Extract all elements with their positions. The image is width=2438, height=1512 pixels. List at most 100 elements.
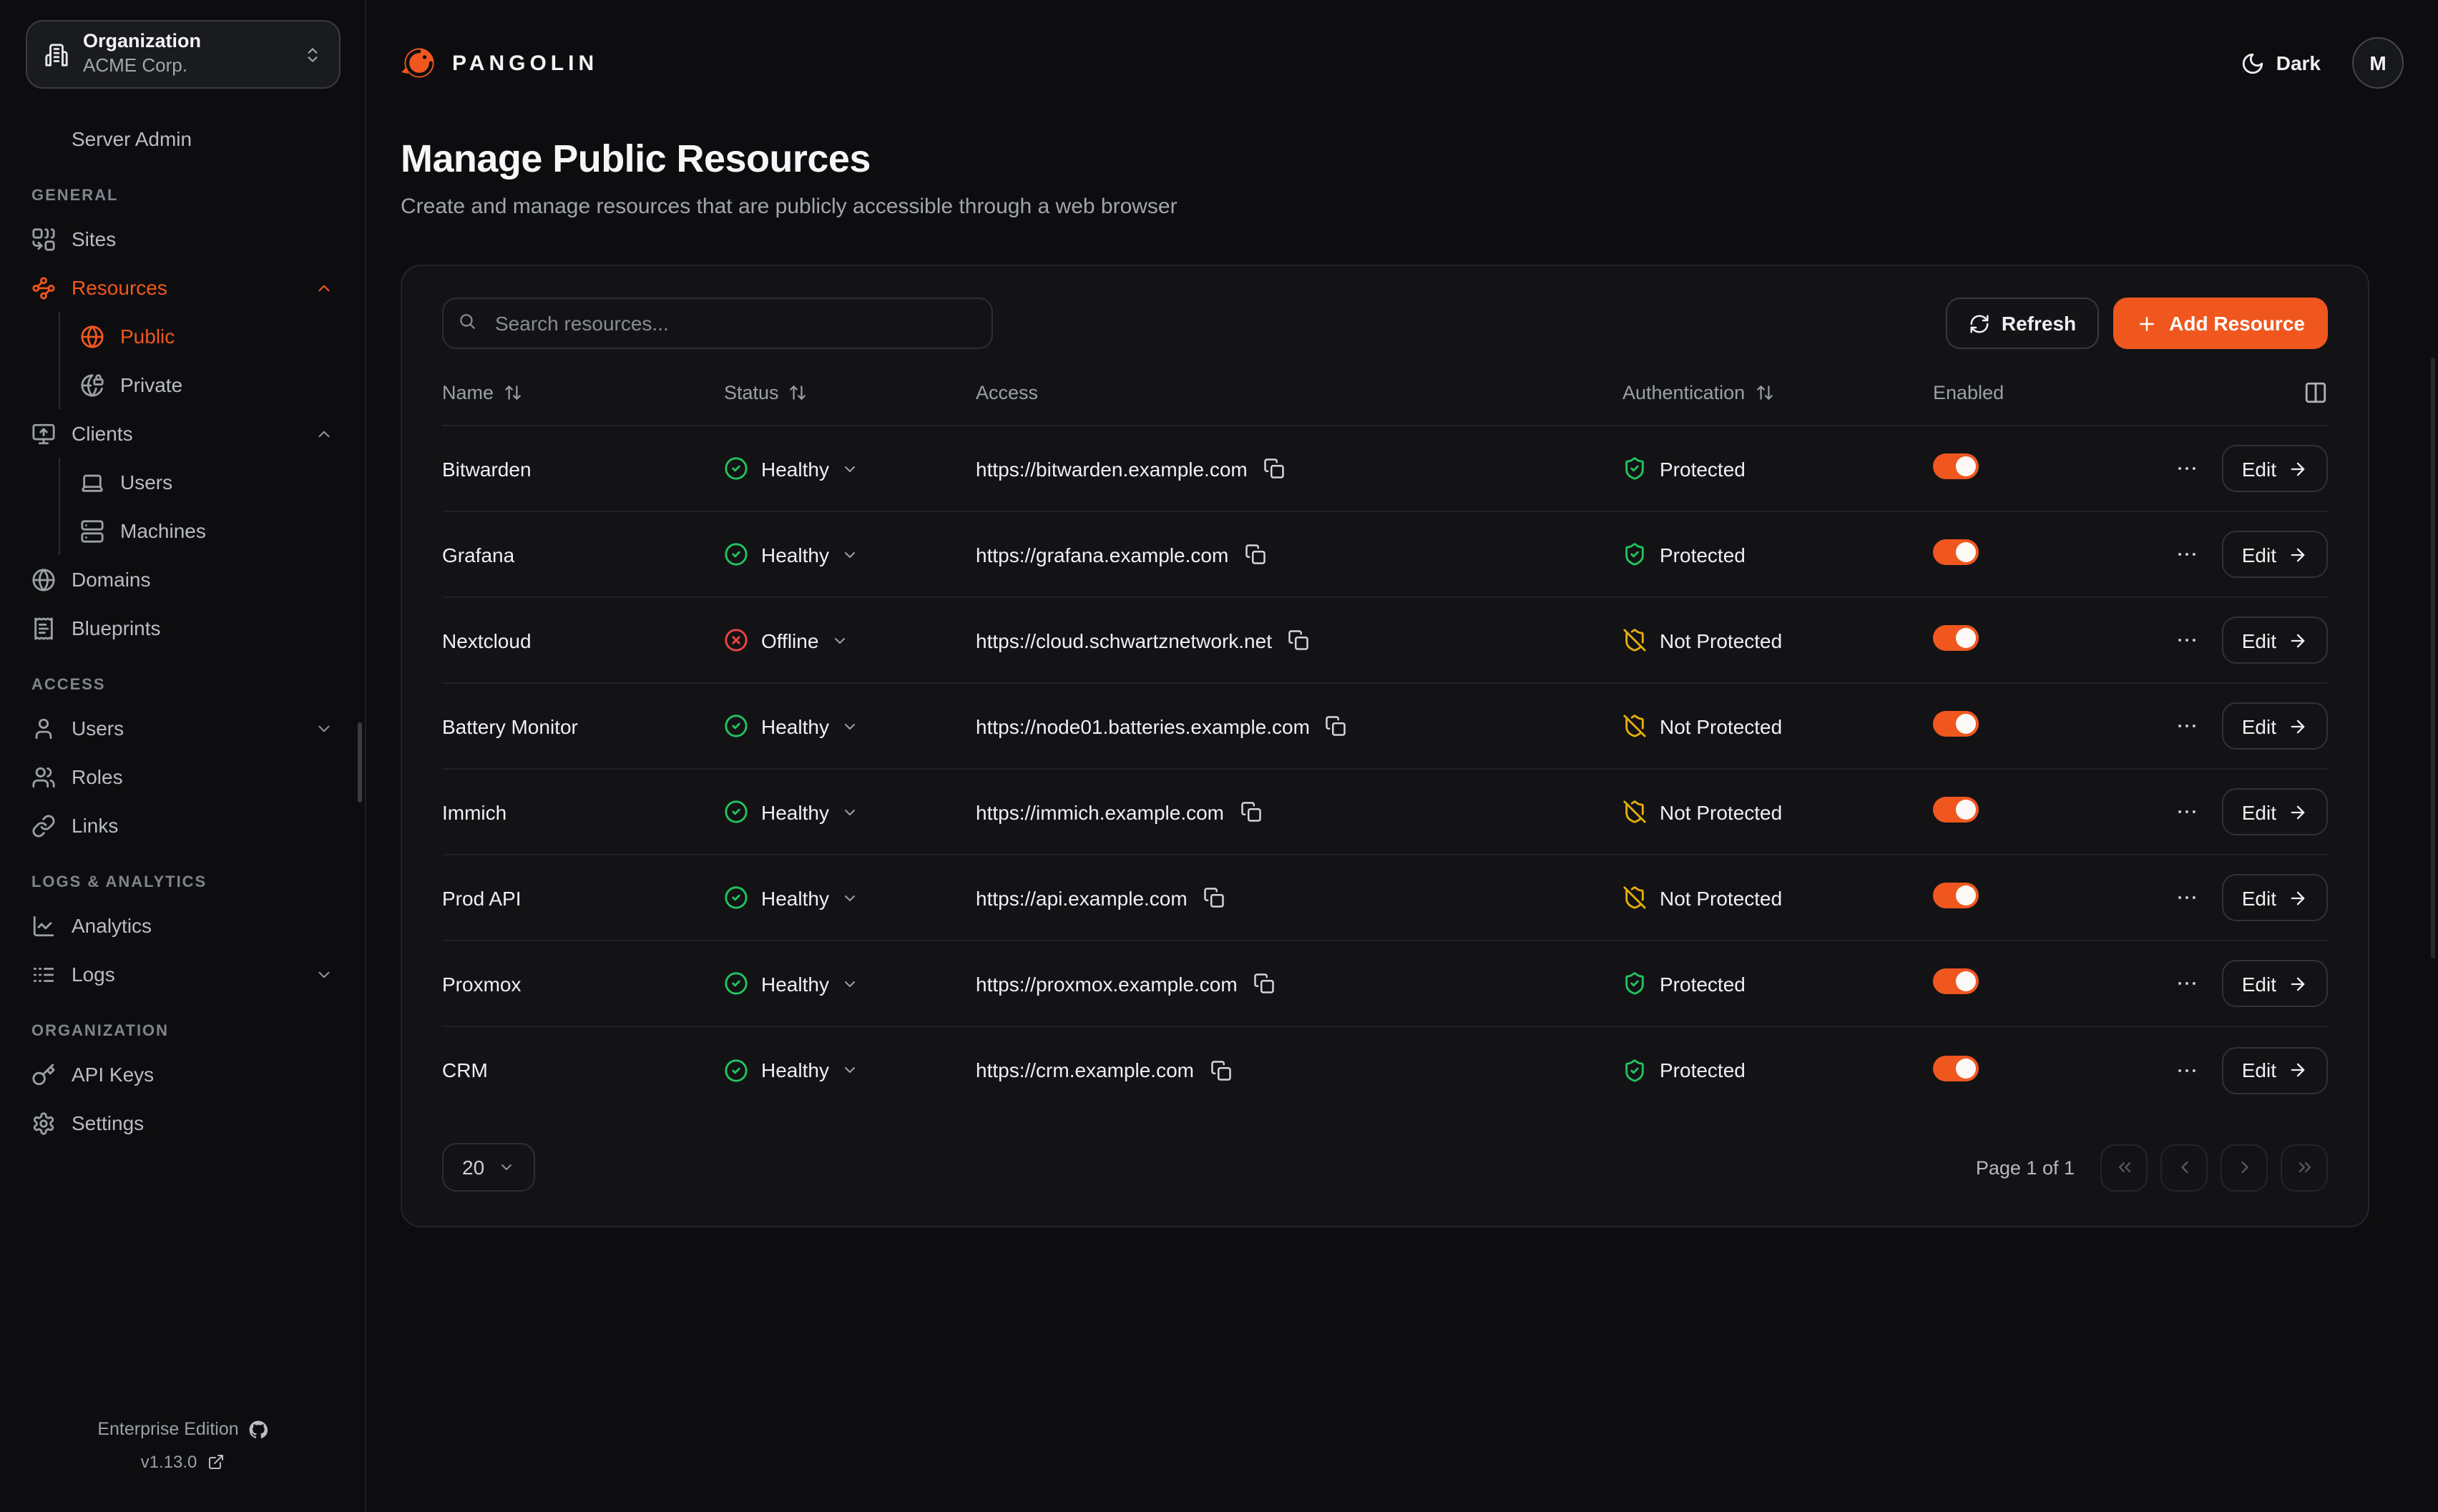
sidebar-item-analytics[interactable]: Analytics — [17, 901, 348, 950]
edit-button[interactable]: Edit — [2222, 960, 2328, 1007]
chevron-down-icon[interactable] — [315, 719, 333, 737]
sidebar-scrollbar[interactable] — [358, 722, 362, 802]
copy-url-button[interactable] — [1244, 544, 1265, 565]
search-input[interactable] — [442, 298, 993, 349]
status-cell[interactable]: Healthy — [724, 885, 976, 910]
sidebar-item-label: API Keys — [72, 1063, 154, 1086]
org-switcher[interactable]: Organization ACME Corp. — [26, 20, 341, 89]
status-cell[interactable]: Healthy — [724, 971, 976, 996]
status-cell[interactable]: Offline — [724, 628, 976, 652]
arrow-up-down-icon[interactable] — [504, 383, 522, 402]
arrow-right-icon — [2288, 630, 2308, 650]
status-cell[interactable]: Healthy — [724, 456, 976, 481]
row-menu-button[interactable] — [2175, 628, 2199, 652]
sidebar-item-users[interactable]: Users — [60, 458, 348, 506]
edit-button[interactable]: Edit — [2222, 874, 2328, 921]
sidebar-item-label: Machines — [120, 519, 206, 542]
copy-url-button[interactable] — [1288, 629, 1309, 651]
enabled-toggle[interactable] — [1933, 883, 1979, 908]
row-menu-button[interactable] — [2175, 714, 2199, 738]
sidebar-item-sites[interactable]: Sites — [17, 215, 348, 263]
building-icon — [44, 42, 69, 67]
app-window: Organization ACME Corp. Server Admin GEN… — [0, 0, 2438, 1512]
sidebar-item-links[interactable]: Links — [17, 801, 348, 850]
copy-url-button[interactable] — [1326, 715, 1347, 737]
add-resource-button[interactable]: Add Resource — [2113, 298, 2328, 349]
users-icon — [31, 765, 56, 789]
enabled-toggle[interactable] — [1933, 539, 1979, 565]
page-size-select[interactable]: 20 — [442, 1143, 534, 1192]
sidebar-item-logs[interactable]: Logs — [17, 950, 348, 998]
auth-label: Protected — [1660, 972, 1746, 995]
sidebar-item-roles[interactable]: Roles — [17, 752, 348, 801]
row-menu-button[interactable] — [2175, 885, 2199, 910]
enabled-toggle[interactable] — [1933, 1055, 1979, 1081]
enabled-toggle[interactable] — [1933, 625, 1979, 651]
circle-x-icon — [724, 628, 748, 652]
laptop-icon — [80, 470, 104, 494]
sidebar-item-private[interactable]: Private — [60, 360, 348, 409]
column-header-authentication[interactable]: Authentication — [1622, 382, 1933, 403]
refresh-button[interactable]: Refresh — [1946, 298, 2099, 349]
chevron-up-icon[interactable] — [315, 278, 333, 297]
sidebar-item-domains[interactable]: Domains — [17, 555, 348, 604]
arrow-right-icon — [2288, 544, 2308, 564]
edit-button[interactable]: Edit — [2222, 702, 2328, 750]
first-page-button[interactable] — [2100, 1144, 2148, 1191]
sidebar-item-public[interactable]: Public — [60, 312, 348, 360]
column-header-name[interactable]: Name — [442, 382, 724, 403]
enabled-toggle[interactable] — [1933, 711, 1979, 737]
copy-url-button[interactable] — [1203, 887, 1225, 908]
version-row[interactable]: v1.13.0 — [0, 1452, 365, 1472]
page-title: Manage Public Resources — [401, 137, 2404, 182]
page-scrollbar[interactable] — [2431, 358, 2435, 958]
row-menu-button[interactable] — [2175, 1058, 2199, 1082]
access-cell: https://bitwarden.example.com — [976, 457, 1622, 480]
enabled-toggle[interactable] — [1933, 453, 1979, 479]
resource-name: Prod API — [442, 886, 724, 909]
status-cell[interactable]: Healthy — [724, 800, 976, 824]
sidebar-item-resources[interactable]: Resources — [17, 263, 348, 312]
theme-toggle[interactable]: Dark — [2241, 51, 2321, 75]
columns-icon[interactable] — [2304, 381, 2328, 405]
next-page-button[interactable] — [2221, 1144, 2268, 1191]
row-menu-button[interactable] — [2175, 542, 2199, 566]
copy-url-button[interactable] — [1210, 1059, 1231, 1081]
copy-url-button[interactable] — [1240, 801, 1261, 823]
sidebar-item-machines[interactable]: Machines — [60, 506, 348, 555]
row-menu-button[interactable] — [2175, 800, 2199, 824]
edit-button[interactable]: Edit — [2222, 531, 2328, 578]
enabled-toggle[interactable] — [1933, 968, 1979, 994]
edition-row[interactable]: Enterprise Edition — [0, 1419, 365, 1439]
sidebar-item-blueprints[interactable]: Blueprints — [17, 604, 348, 652]
edit-button[interactable]: Edit — [2222, 617, 2328, 664]
chevron-down-icon[interactable] — [315, 965, 333, 983]
edit-button[interactable]: Edit — [2222, 445, 2328, 492]
sidebar-item-api-keys[interactable]: API Keys — [17, 1050, 348, 1099]
chevron-up-icon[interactable] — [315, 424, 333, 443]
edit-label: Edit — [2242, 457, 2276, 480]
sidebar-item-clients[interactable]: Clients — [17, 409, 348, 458]
arrow-up-down-icon[interactable] — [789, 383, 808, 402]
row-menu-button[interactable] — [2175, 971, 2199, 996]
status-cell[interactable]: Healthy — [724, 542, 976, 566]
copy-url-button[interactable] — [1263, 458, 1285, 479]
edit-button[interactable]: Edit — [2222, 788, 2328, 835]
copy-url-button[interactable] — [1253, 973, 1275, 994]
edit-label: Edit — [2242, 1059, 2276, 1081]
status-cell[interactable]: Healthy — [724, 714, 976, 738]
sidebar-item-users[interactable]: Users — [17, 704, 348, 752]
sidebar-item-label: Server Admin — [72, 127, 192, 150]
sidebar-item-settings[interactable]: Settings — [17, 1099, 348, 1147]
column-header-status[interactable]: Status — [724, 382, 976, 403]
sidebar-item-server-admin[interactable]: Server Admin — [17, 114, 348, 163]
user-avatar[interactable]: M — [2352, 37, 2404, 89]
edit-button[interactable]: Edit — [2222, 1046, 2328, 1094]
status-cell[interactable]: Healthy — [724, 1058, 976, 1082]
enabled-toggle[interactable] — [1933, 797, 1979, 823]
page-info: Page 1 of 1 — [1976, 1157, 2075, 1178]
row-menu-button[interactable] — [2175, 456, 2199, 481]
prev-page-button[interactable] — [2160, 1144, 2208, 1191]
arrow-up-down-icon[interactable] — [1755, 383, 1773, 402]
last-page-button[interactable] — [2281, 1144, 2328, 1191]
